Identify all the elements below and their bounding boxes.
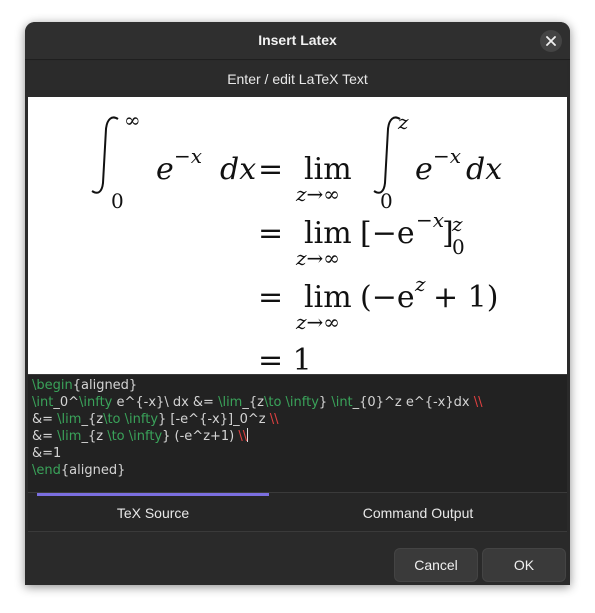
limit-subscript: z→∞ [295,182,340,206]
latex-text: &= [32,429,58,444]
latex-command: \infty [128,429,163,444]
title-bar: Insert Latex [25,22,570,60]
tab-tex-source[interactable]: TeX Source [28,493,278,531]
latex-text: _{z [81,412,104,427]
integral-lower-limit: 0 [111,189,124,213]
latex-text: } [-e^{-x}]_0^z [158,412,270,427]
latex-command: \to [107,429,125,444]
editor-line: \end{aligned} [32,462,567,479]
latex-linebreak: \\ [473,395,483,410]
insert-latex-dialog: Insert Latex Enter / edit LaTeX Text ∞ 0… [25,22,570,585]
latex-command: \lim [218,395,243,410]
latex-command: \infty [124,412,159,427]
editor-line: \int_0^\infty e^{-x}\ dx &= \lim_{z\to \… [32,394,567,411]
equals-sign: = [258,280,283,315]
latex-command: \lim [57,429,82,444]
editor-line: \begin{aligned} [32,377,567,394]
latex-text: } [318,395,332,410]
close-icon [546,36,556,46]
latex-command: \to [103,412,121,427]
exp-power: z [414,272,426,296]
latex-text: &= [32,412,58,427]
latex-linebreak: \\ [269,412,279,427]
limit-subscript: z→∞ [295,246,340,270]
latex-command: \end [32,463,61,478]
editor-line: &= \lim_{z\to \infty} [-e^{-x}]_0^z \\ [32,411,567,428]
latex-command: \int [32,395,54,410]
integral-sign [91,116,119,194]
latex-text: } (-e^z+1) [162,429,239,444]
bracket-expression: [−e [360,216,415,251]
evaluation-upper: z [451,212,463,236]
latex-text: {aligned} [72,378,138,393]
latex-text: _{z [81,429,108,444]
latex-text: _{z [242,395,264,410]
differential: dx [466,152,502,187]
latex-command: \infty [79,395,113,410]
latex-linebreak: \\ [238,429,248,444]
rendered-equation: ∞ 0 e −x dx = lim z→∞ z 0 e −x dx = lim [91,108,502,374]
latex-text: &=1 [32,446,62,461]
latex-source-editor[interactable]: \begin{aligned} \int_0^\infty e^{-x}\ dx … [28,374,567,492]
tab-command-output[interactable]: Command Output [288,493,548,531]
integral-lower-limit: 0 [380,189,393,213]
exp-base: e [415,152,433,187]
latex-preview: ∞ 0 e −x dx = lim z→∞ z 0 e −x dx = lim [28,97,567,374]
equals-sign: = [258,216,283,251]
integral-sign [373,116,401,194]
editor-line: &=1 [32,445,567,462]
latex-command: \lim [57,412,82,427]
evaluation-lower: 0 [452,235,465,259]
final-result: = 1 [258,343,312,374]
latex-text: _{0}^z e^{-x}dx [352,395,474,410]
latex-command: \infty [285,395,319,410]
ok-button[interactable]: OK [482,548,566,582]
latex-text: _0^ [53,395,79,410]
paren-expression: (−e [360,280,415,315]
close-button[interactable] [540,30,562,52]
exp-power: −x [416,208,444,232]
integral-upper-limit: ∞ [124,108,141,132]
differential: dx [220,152,256,187]
tab-bar: TeX Source Command Output [28,492,567,532]
latex-text: {aligned} [60,463,126,478]
exp-power: −x [174,144,202,168]
limit-subscript: z→∞ [295,310,340,334]
integral-upper-limit: z [397,110,409,134]
text-cursor [247,428,249,442]
section-header: Enter / edit LaTeX Text [28,61,567,97]
latex-command: \begin [32,378,73,393]
latex-command: \int [331,395,353,410]
exp-base: e [156,152,174,187]
latex-text: e^{-x}\ dx &= [112,395,219,410]
equals-sign: = [258,152,283,187]
editor-line: &= \lim_{z \to \infty} (-e^z+1) \\ [32,428,567,445]
exp-power: −x [433,144,461,168]
cancel-button[interactable]: Cancel [394,548,478,582]
latex-command: \to [263,395,282,410]
dialog-title: Insert Latex [258,32,337,48]
paren-expression-rest: + 1) [433,280,498,315]
